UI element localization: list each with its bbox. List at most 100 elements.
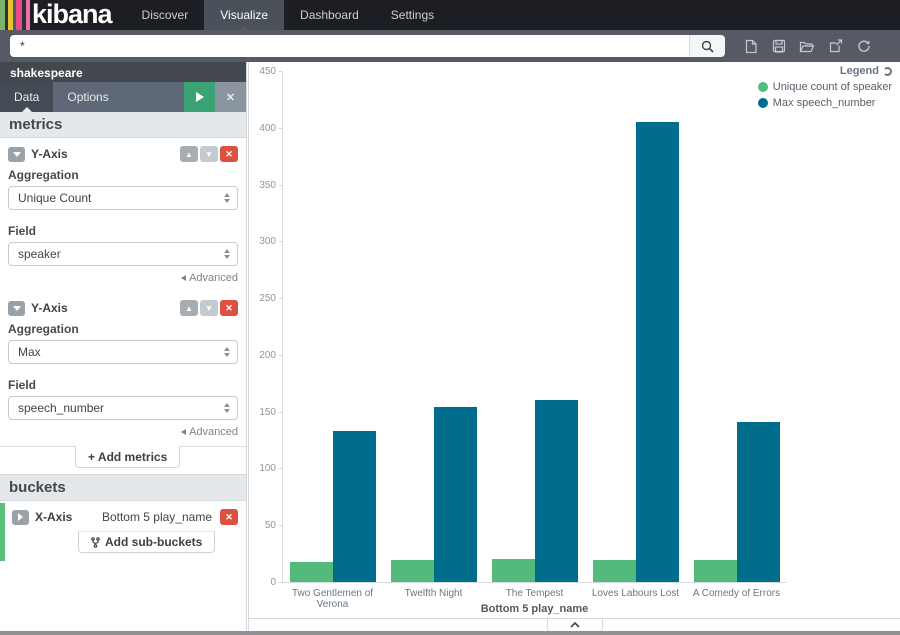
add-metrics-button[interactable]: + Add metrics [75, 446, 180, 468]
nav-tab-settings[interactable]: Settings [375, 0, 450, 30]
tab-options[interactable]: Options [53, 82, 122, 112]
bar-group [485, 71, 586, 582]
metric-2-advanced-link[interactable]: Advanced [8, 426, 238, 438]
spy-panel-bar [249, 618, 900, 631]
bar-max-speech-number[interactable] [737, 422, 780, 582]
nav-tab-discover[interactable]: Discover [126, 0, 205, 30]
bar-max-speech-number[interactable] [333, 431, 376, 582]
legend-item[interactable]: Max speech_number [758, 97, 892, 109]
bucket-summary: Bottom 5 play_name [80, 510, 212, 524]
bar-max-speech-number[interactable] [434, 407, 477, 582]
add-subbuckets-button[interactable]: Add sub-buckets [78, 531, 215, 553]
chevron-right-icon [18, 513, 23, 521]
metric-1-aggregation-label: Aggregation [8, 168, 238, 182]
metric-group-2: Y-Axis ▲ ▼ ✕ Aggregation Max Field speec… [0, 292, 246, 438]
export-icon[interactable] [825, 35, 847, 57]
bucket-color-stripe [0, 503, 5, 561]
nav-tab-visualize[interactable]: Visualize [204, 0, 284, 30]
metric-2-field-label: Field [8, 378, 238, 392]
top-navbar: kibana Discover Visualize Dashboard Sett… [0, 0, 900, 30]
play-icon [196, 92, 204, 102]
metric-2-field-value: speech_number [18, 401, 104, 415]
y-tick-label: 150 [246, 407, 276, 418]
brand-logo: kibana [30, 0, 126, 30]
bar-unique-count-of-speaker[interactable] [290, 562, 333, 582]
y-tick-label: 200 [246, 350, 276, 361]
query-toolbar [0, 30, 900, 62]
metric-1-advanced-link[interactable]: Advanced [8, 272, 238, 284]
bucket-title: X-Axis [35, 510, 72, 524]
y-tick-label: 350 [246, 180, 276, 191]
remove-metric-2-button[interactable]: ✕ [220, 300, 238, 316]
apply-changes-button[interactable] [184, 82, 215, 112]
metric-1-field-select[interactable]: speaker [8, 242, 238, 266]
kibana-logo-stripes [0, 0, 30, 30]
caret-left-icon [181, 429, 186, 435]
y-tick-label: 450 [246, 66, 276, 77]
bar-unique-count-of-speaker[interactable] [593, 560, 636, 582]
visualization-canvas: Legend Unique count of speaker Max speech… [248, 62, 900, 631]
caret-left-icon [181, 275, 186, 281]
fork-icon [91, 537, 100, 548]
bar-unique-count-of-speaker[interactable] [391, 560, 434, 582]
open-folder-icon[interactable] [796, 35, 818, 57]
metric-2-aggregation-value: Max [18, 345, 41, 359]
new-document-icon[interactable] [740, 35, 762, 57]
discard-changes-button[interactable]: ✕ [215, 82, 246, 112]
legend-title: Legend [840, 65, 879, 77]
metric-2-aggregation-select[interactable]: Max [8, 340, 238, 364]
bar-group [384, 71, 485, 582]
metric-2-title: Y-Axis [31, 301, 178, 315]
search-button[interactable] [689, 35, 725, 57]
legend-toggle-icon [883, 67, 892, 76]
legend-label: Max speech_number [773, 97, 876, 109]
y-tick-label: 50 [246, 520, 276, 531]
remove-bucket-button[interactable]: ✕ [220, 509, 238, 525]
x-axis-title: Bottom 5 play_name [282, 603, 787, 615]
legend-color-dot [758, 98, 768, 108]
remove-metric-1-button[interactable]: ✕ [220, 146, 238, 162]
chart-legend: Legend Unique count of speaker Max speech… [758, 65, 892, 109]
metric-1-title: Y-Axis [31, 147, 178, 161]
y-tick-label: 250 [246, 293, 276, 304]
select-caret-icon [224, 403, 230, 413]
buckets-section-header: buckets [0, 474, 246, 501]
metric-1-field-label: Field [8, 224, 238, 238]
metric-1-aggregation-value: Unique Count [18, 191, 91, 205]
tab-data[interactable]: Data [0, 82, 53, 112]
move-metric-2-down-button[interactable]: ▼ [200, 300, 218, 316]
move-metric-2-up-button[interactable]: ▲ [180, 300, 198, 316]
bar-group [686, 71, 787, 582]
y-tick-label: 400 [246, 123, 276, 134]
metric-group-1: Y-Axis ▲ ▼ ✕ Aggregation Unique Count Fi… [0, 138, 246, 284]
bar-group [585, 71, 686, 582]
legend-header[interactable]: Legend [758, 65, 892, 77]
plot-area: 050100150200250300350400450 [282, 71, 787, 583]
window-bottom-strip [0, 631, 900, 635]
bar-max-speech-number[interactable] [535, 400, 578, 582]
visualization-editor-sidebar: shakespeare Data Options ✕ metrics Y-Axi… [0, 62, 247, 631]
bucket-group: X-Axis Bottom 5 play_name ✕ Add sub-buck… [0, 501, 246, 561]
bar-unique-count-of-speaker[interactable] [492, 559, 535, 582]
collapse-metric-2-button[interactable] [8, 301, 25, 316]
metric-1-aggregation-select[interactable]: Unique Count [8, 186, 238, 210]
refresh-icon[interactable] [853, 35, 875, 57]
save-icon[interactable] [768, 35, 790, 57]
legend-item[interactable]: Unique count of speaker [758, 81, 892, 93]
move-metric-1-down-button[interactable]: ▼ [200, 146, 218, 162]
bar-max-speech-number[interactable] [636, 122, 679, 582]
legend-color-dot [758, 82, 768, 92]
move-metric-1-up-button[interactable]: ▲ [180, 146, 198, 162]
search-input[interactable] [10, 35, 689, 57]
bar-group [283, 71, 384, 582]
collapse-metric-1-button[interactable] [8, 147, 25, 162]
select-caret-icon [224, 193, 230, 203]
chevron-down-icon [13, 306, 21, 311]
search-icon [701, 40, 714, 53]
sidebar-tabbar: Data Options ✕ [0, 82, 246, 112]
expand-bucket-button[interactable] [12, 510, 29, 525]
bar-unique-count-of-speaker[interactable] [694, 560, 737, 582]
metric-2-field-select[interactable]: speech_number [8, 396, 238, 420]
nav-tab-dashboard[interactable]: Dashboard [284, 0, 375, 30]
legend-label: Unique count of speaker [773, 81, 892, 93]
